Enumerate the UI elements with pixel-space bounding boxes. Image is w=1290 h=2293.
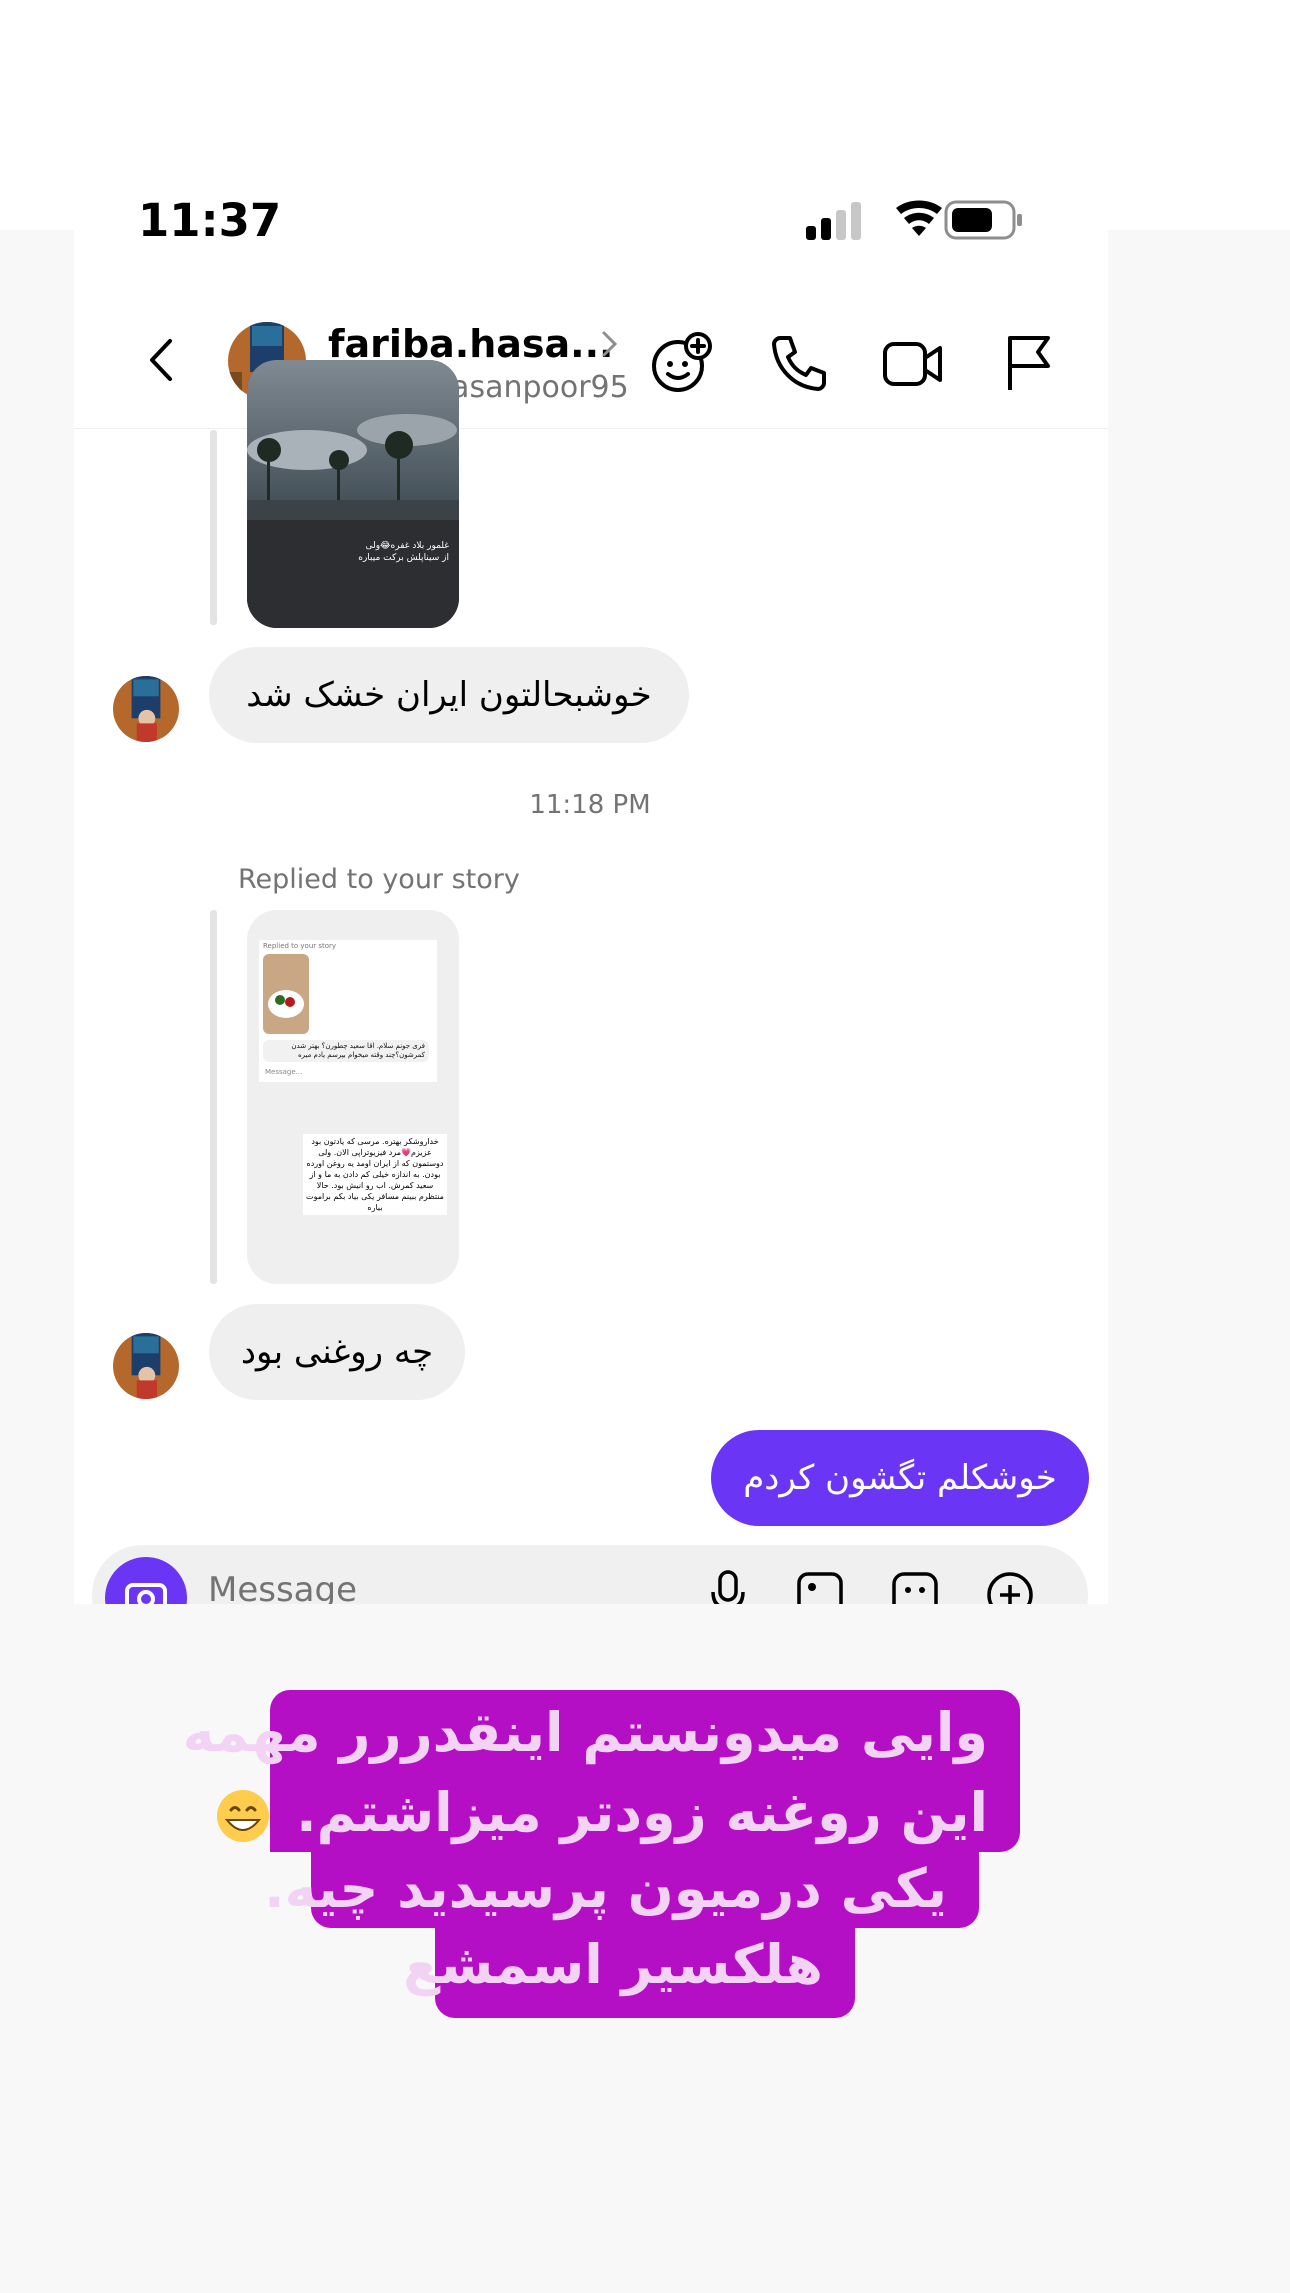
flag-icon[interactable] <box>998 330 1064 396</box>
caption-line: وایی میدونستم اینقدررر مهمه <box>183 1690 1020 1776</box>
story-caption: خداروشکر بهتره. مرسی که یادتون بود عزیزم… <box>303 1134 447 1215</box>
sender-avatar[interactable] <box>113 676 179 742</box>
video-icon[interactable] <box>880 330 946 396</box>
incoming-message[interactable]: چه روغنی بود <box>209 1304 465 1400</box>
story-caption: غلمور بلاد غفره😂ولی از سیناپلش برکت میبا… <box>358 541 449 563</box>
sender-avatar[interactable] <box>113 1333 179 1399</box>
chevron-right-icon[interactable] <box>596 328 622 360</box>
story-inner-label: Replied to your story <box>263 942 337 950</box>
phone-icon[interactable] <box>766 330 832 396</box>
caption-line: یکی درمیون پرسیدید چیه. <box>264 1850 979 1928</box>
status-time: 11:37 <box>138 194 282 247</box>
signal-icon <box>806 202 861 240</box>
story-inner-photo <box>263 954 309 1034</box>
timestamp: 11:18 PM <box>529 790 651 820</box>
story-photo <box>247 360 459 628</box>
reply-indicator <box>210 910 217 1284</box>
outgoing-message[interactable]: خوشکلم تگشون کردم <box>711 1430 1089 1526</box>
story-inner-placeholder: Message... <box>265 1068 303 1076</box>
sticker-add-icon[interactable] <box>650 330 716 396</box>
story-screenshot: Replied to your story فری جونم سلام. اقا… <box>259 940 437 1082</box>
replied-to-story-label: Replied to your story <box>238 864 520 895</box>
caption-line: این روغنه زودتر میزاشتم. <box>217 1774 1020 1852</box>
caption-line: هلکسیر اسمشع <box>403 1926 855 2018</box>
wifi-icon <box>896 200 942 236</box>
story-inner-text: فری جونم سلام. اقا سعید چطورن؟ بهتر شدن … <box>263 1040 429 1062</box>
status-icons <box>806 200 1022 240</box>
story-thumbnail[interactable]: غلمور بلاد غفره😂ولی از سیناپلش برکت میبا… <box>247 360 459 628</box>
back-icon[interactable] <box>138 335 188 385</box>
grinning-face-emoji-icon <box>217 1790 270 1843</box>
battery-icon <box>944 200 1022 240</box>
caption-line-text: این روغنه زودتر میزاشتم. <box>296 1781 988 1844</box>
incoming-message[interactable]: خوشبحالتون ایران خشک شد <box>209 647 689 743</box>
story-thumbnail[interactable]: Replied to your story فری جونم سلام. اقا… <box>247 910 459 1284</box>
reply-indicator <box>210 430 217 625</box>
